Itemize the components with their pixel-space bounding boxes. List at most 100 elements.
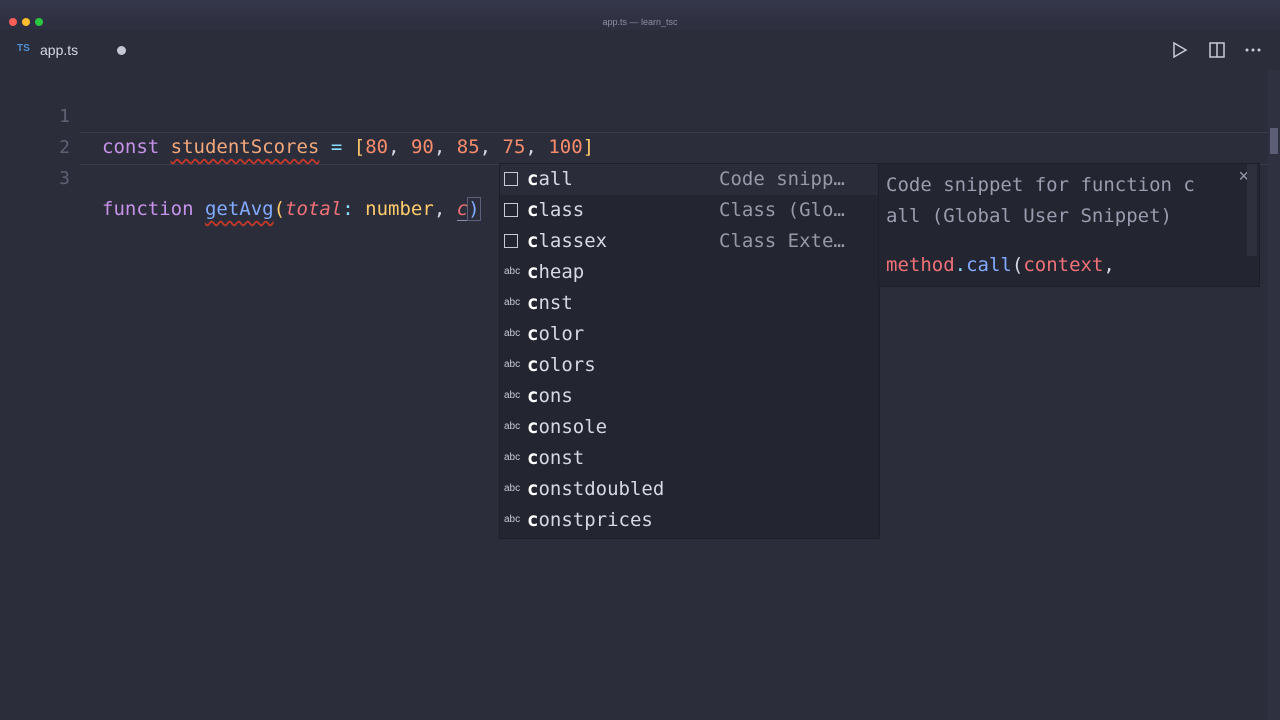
label-rest: olor: [538, 323, 585, 345]
suggestion-item[interactable]: class Class (Glo…: [500, 195, 879, 226]
label-rest: all: [538, 168, 573, 190]
snippet-icon: [504, 203, 518, 217]
suggestion-label: cnst: [527, 288, 573, 319]
suggestion-label: class: [527, 195, 584, 226]
window-title: app.ts — learn_tsc: [602, 17, 678, 27]
match-highlight: c: [527, 292, 539, 314]
title-bar: app.ts — learn_tsc: [0, 0, 1280, 30]
suggestion-item[interactable]: abc colors: [500, 350, 879, 381]
scrollbar-thumb[interactable]: [1270, 128, 1278, 154]
text-word-icon: abc: [504, 452, 521, 463]
separator: ,: [388, 136, 411, 158]
suggestion-label: constprices: [527, 505, 653, 536]
text-word-icon: abc: [504, 514, 521, 525]
typescript-file-icon: TS: [17, 43, 30, 54]
code-line-1: 1 const studentScores = [80, 90, 85, 75,…: [0, 70, 594, 158]
snippet-arg: context: [1023, 254, 1104, 276]
match-highlight: c: [527, 416, 539, 438]
tab-app-ts[interactable]: TS app.ts: [0, 30, 140, 70]
label-rest: onstprices: [538, 509, 653, 531]
suggestion-description: Code snippet for function c all (Global …: [886, 174, 1195, 227]
code-line-2: 2: [0, 101, 70, 158]
number-literal: 100: [548, 136, 583, 158]
suggestion-item[interactable]: abc const: [500, 443, 879, 474]
text-word-icon: abc: [504, 297, 521, 308]
number-literal: 90: [410, 136, 434, 158]
vertical-scrollbar[interactable]: [1268, 70, 1280, 720]
code-line-3: 3 function getAvg(total: number, c): [0, 132, 481, 221]
tab-bar: TS app.ts: [0, 30, 1280, 70]
match-highlight: c: [527, 354, 539, 376]
snippet-object: method: [886, 254, 955, 276]
suggestion-label: color: [527, 319, 584, 350]
suggestion-label: constdoubled: [527, 474, 664, 505]
text-word-icon: abc: [504, 390, 521, 401]
suggestion-detail: Code snipp…: [719, 168, 845, 190]
suggestion-label: console: [527, 412, 607, 443]
label-rest: olors: [538, 354, 596, 376]
open-bracket: [: [353, 136, 366, 158]
parameter-name: total: [285, 198, 343, 220]
suggestion-item[interactable]: classex Class Exte…: [500, 226, 879, 257]
suggestion-detail: Class Exte…: [719, 230, 845, 252]
details-scrollbar[interactable]: [1247, 164, 1257, 256]
more-actions-button[interactable]: [1242, 40, 1264, 60]
label-rest: nst: [538, 292, 573, 314]
label-rest: heap: [538, 261, 585, 283]
keyword-function: function: [102, 198, 194, 220]
tab-label: app.ts: [40, 42, 79, 58]
match-highlight: c: [527, 199, 539, 221]
suggestion-item[interactable]: abc cheap: [500, 257, 879, 288]
suggestion-label: call: [527, 164, 573, 195]
suggestion-label: cons: [527, 381, 573, 412]
snippet-icon: [504, 172, 518, 186]
open-paren: (: [273, 198, 286, 220]
close-bracket: ]: [582, 136, 595, 158]
separator: ,: [479, 136, 503, 158]
suggestion-label: colors: [527, 350, 596, 381]
suggestion-item[interactable]: abc constprices: [500, 505, 879, 536]
suggestion-item[interactable]: abc constdoubled: [500, 474, 879, 505]
unsaved-dot-icon[interactable]: [117, 46, 126, 55]
label-rest: onstdoubled: [538, 478, 665, 500]
match-highlight: c: [527, 323, 539, 345]
suggestion-details: Code snippet for function c all (Global …: [878, 163, 1260, 287]
suggestion-item[interactable]: abc color: [500, 319, 879, 350]
number-literal: 80: [365, 136, 389, 158]
suggestion-label: const: [527, 443, 584, 474]
type-annotation: number: [365, 198, 434, 220]
snippet-method: call: [966, 254, 1012, 276]
snippet-preview: method.call(context,: [886, 250, 1115, 281]
suggestion-item[interactable]: abc cnst: [500, 288, 879, 319]
snippet-icon: [504, 234, 518, 248]
separator: ,: [433, 136, 457, 158]
suggestion-item[interactable]: abc console: [500, 412, 879, 443]
label-rest: ons: [538, 385, 573, 407]
variable-name: studentScores: [170, 136, 320, 158]
line-number: 3: [59, 168, 70, 189]
snippet-open-paren: (: [1011, 254, 1024, 276]
close-paren: ): [467, 197, 481, 221]
run-button[interactable]: [1169, 40, 1191, 60]
text-word-icon: abc: [504, 328, 521, 339]
match-highlight: c: [527, 168, 539, 190]
match-highlight: c: [527, 261, 539, 283]
match-highlight: c: [527, 478, 539, 500]
suggestion-detail: Class (Glo…: [719, 199, 845, 221]
label-rest: onst: [538, 447, 585, 469]
suggestion-item[interactable]: abc cons: [500, 381, 879, 412]
split-editor-button[interactable]: [1206, 40, 1228, 60]
suggestion-label: cheap: [527, 257, 584, 288]
operator: =: [330, 136, 343, 158]
text-word-icon: abc: [504, 359, 521, 370]
match-highlight: c: [527, 509, 539, 531]
suggestion-widget: call Code snipp… class Class (Glo… classex Cl…: [499, 163, 880, 539]
colon: :: [342, 198, 354, 220]
label-rest: onsole: [538, 416, 608, 438]
text-word-icon: abc: [504, 266, 521, 277]
label-rest: lassex: [538, 230, 608, 252]
suggestion-item[interactable]: call Code snipp…: [500, 164, 879, 195]
number-literal: 85: [456, 136, 480, 158]
match-highlight: c: [527, 230, 539, 252]
typed-text: c: [456, 198, 469, 221]
